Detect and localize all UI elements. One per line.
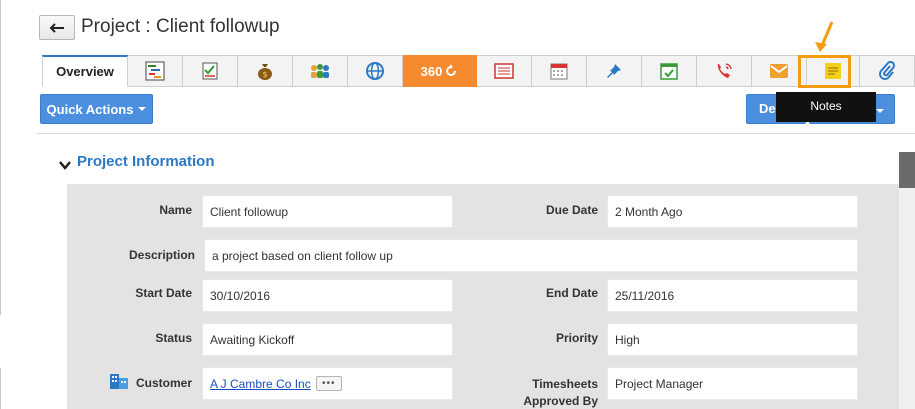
building-icon <box>110 374 128 389</box>
start-date-label: Start Date <box>135 286 192 300</box>
tab-bar: Overview $ 360 <box>42 55 915 87</box>
tab-task-calendar[interactable] <box>642 55 697 87</box>
due-date-field: 2 Month Ago <box>607 195 858 228</box>
due-date-label: Due Date <box>545 203 598 217</box>
name-label: Name <box>159 203 192 217</box>
customer-label: Customer <box>135 376 192 390</box>
quick-actions-label: Quick Actions <box>46 101 134 117</box>
tab-attachments[interactable] <box>860 55 915 87</box>
customer-field: A J Cambre Co Inc ••• <box>202 367 453 400</box>
section-title[interactable]: Project Information <box>77 153 215 170</box>
description-label: Description <box>128 248 195 262</box>
calendar-icon <box>550 63 568 80</box>
tab-360[interactable]: 360 <box>403 55 477 87</box>
end-date-label: End Date <box>545 286 598 300</box>
task-calendar-icon <box>660 63 678 80</box>
header-separator <box>37 133 915 134</box>
globe-icon <box>366 62 384 80</box>
tab-360-label: 360 <box>420 63 443 79</box>
customer-link[interactable]: A J Cambre Co Inc <box>210 377 311 391</box>
caret-down-icon <box>876 109 884 113</box>
tab-overview[interactable]: Overview <box>42 55 128 87</box>
tab-team[interactable] <box>293 55 348 87</box>
quick-actions-button[interactable]: Quick Actions <box>40 94 153 124</box>
priority-field: High <box>607 323 858 356</box>
mail-icon <box>770 64 788 78</box>
back-button[interactable] <box>39 15 75 40</box>
chevron-down-icon[interactable] <box>58 158 72 172</box>
gantt-chart-icon <box>145 61 165 81</box>
description-field: a project based on client follow up <box>204 239 858 272</box>
name-field: Client followup <box>202 195 453 228</box>
page-title: Project : Client followup <box>81 16 280 37</box>
paperclip-icon <box>879 61 896 80</box>
money-bag-icon: $ <box>258 64 272 80</box>
timesheets-label-line2: Approved By <box>523 394 598 408</box>
status-label: Status <box>155 331 192 345</box>
ledger-icon <box>494 63 514 79</box>
vertical-scrollbar[interactable] <box>899 152 915 409</box>
tab-web[interactable] <box>348 55 403 87</box>
priority-label: Priority <box>555 331 598 345</box>
timesheets-approved-by-field: Project Manager <box>607 367 858 400</box>
tab-gantt[interactable] <box>128 55 183 87</box>
svg-text:$: $ <box>262 70 267 79</box>
arrow-left-icon <box>49 22 64 33</box>
tab-mail[interactable] <box>752 55 807 87</box>
timesheets-approved-by-label: Timesheets Approved By <box>500 376 598 409</box>
left-divider-lower <box>0 368 1 409</box>
tab-checklist[interactable] <box>183 55 238 87</box>
end-date-field: 25/11/2016 <box>607 279 858 312</box>
checklist-icon <box>202 62 218 80</box>
annotation-arrow-icon <box>815 21 834 52</box>
caret-down-icon <box>138 107 147 111</box>
tab-pin[interactable] <box>587 55 642 87</box>
team-icon <box>311 64 329 78</box>
notes-tooltip: Notes <box>776 92 876 122</box>
page: Project : Client followup Overview $ 360… <box>0 0 915 409</box>
status-field: Awaiting Kickoff <box>202 323 453 356</box>
tab-calendar[interactable] <box>532 55 587 87</box>
pin-icon <box>607 64 621 78</box>
start-date-field: 30/10/2016 <box>202 279 453 312</box>
tab-notes[interactable] <box>807 55 860 87</box>
customer-more-button[interactable]: ••• <box>315 376 342 391</box>
notes-icon <box>825 63 841 79</box>
tab-ledger[interactable] <box>477 55 532 87</box>
tab-calls[interactable] <box>697 55 752 87</box>
scrollbar-thumb[interactable] <box>899 152 915 188</box>
phone-icon <box>717 63 732 78</box>
timesheets-label-line1: Timesheets <box>532 377 598 391</box>
360-icon <box>446 64 457 76</box>
tab-finance[interactable]: $ <box>238 55 293 87</box>
left-divider <box>0 0 1 315</box>
